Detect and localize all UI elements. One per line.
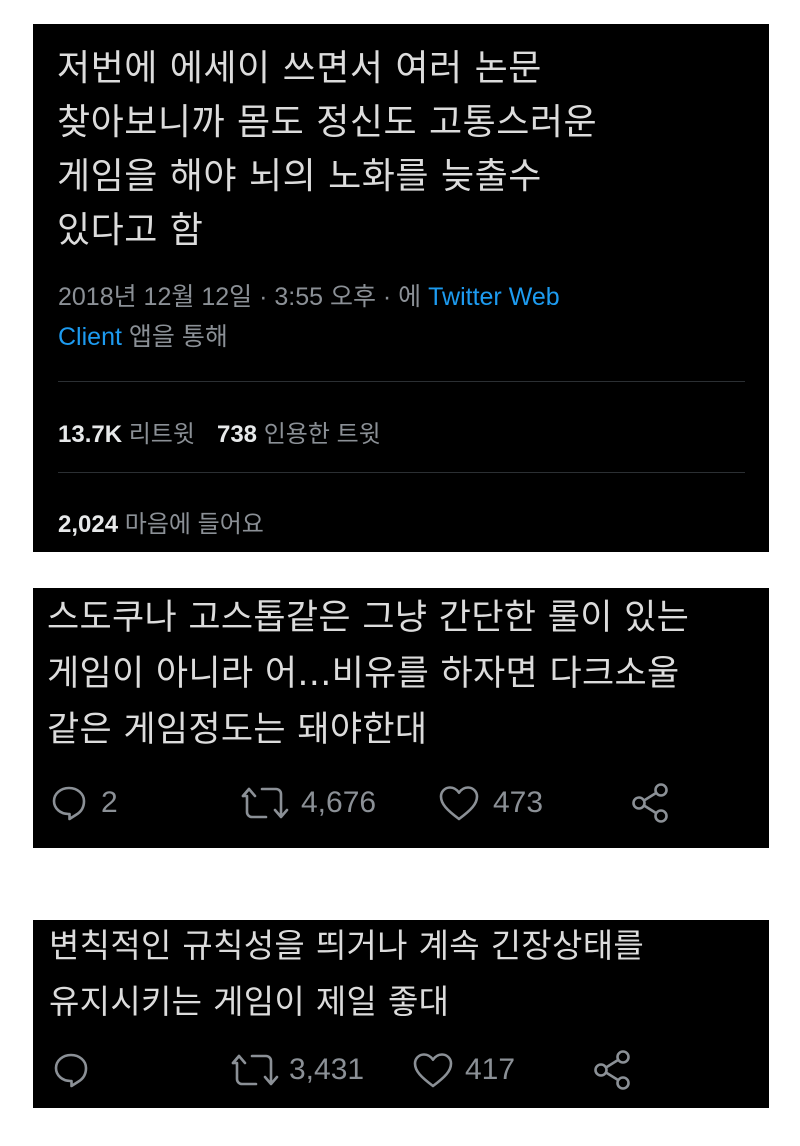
reply-icon — [49, 783, 89, 823]
tweet-text-line: 찾아보니까 몸도 정신도 고통스러운 — [57, 102, 598, 143]
main-tweet-text: 저번에 에세이 쓰면서 여러 논문 찾아보니까 몸도 정신도 고통스러운 게임을… — [57, 42, 761, 258]
reply-2-text: 변칙적인 규칙성을 띄거나 계속 긴장상태를 유지시키는 게임이 제일 좋대 — [49, 918, 761, 1030]
retweet-icon — [231, 1050, 279, 1090]
reply-button[interactable]: 2 — [49, 778, 118, 828]
like-count: 417 — [465, 1053, 516, 1086]
via-suffix: 앱을 통해 — [128, 323, 228, 351]
retweet-stats-row: 13.7K 리트윗 738 인용한 트윗 — [58, 414, 381, 449]
share-button[interactable] — [591, 1045, 635, 1095]
retweet-stat[interactable]: 13.7K 리트윗 — [58, 421, 195, 448]
tweet-text-line: 게임을 해야 뇌의 노화를 늦출수 — [57, 156, 542, 197]
tweet-text-line: 있다고 함 — [57, 210, 204, 251]
tweet-text-line: 저번에 에세이 쓰면서 여러 논문 — [57, 48, 542, 89]
action-bar: 2 4,676 473 — [33, 778, 769, 828]
action-bar: 3,431 417 — [33, 1045, 769, 1095]
share-icon — [591, 1048, 635, 1092]
tweet-text-line: 변칙적인 규칙성을 띄거나 계속 긴장상태를 — [49, 926, 645, 965]
retweet-button[interactable]: 3,431 — [231, 1045, 364, 1095]
retweet-button[interactable]: 4,676 — [241, 778, 376, 828]
reply-button[interactable] — [51, 1045, 101, 1095]
retweet-count: 3,431 — [289, 1053, 365, 1086]
share-icon — [629, 781, 673, 825]
quote-label: 인용한 트윗 — [263, 421, 381, 448]
retweet-icon — [241, 783, 289, 823]
reply-count: 2 — [101, 786, 118, 819]
tweet-timestamp[interactable]: 2018년 12월 12일 · 3:55 오후 · 에 — [58, 283, 421, 311]
main-tweet-panel: 저번에 에세이 쓰면서 여러 논문 찾아보니까 몸도 정신도 고통스러운 게임을… — [33, 24, 769, 552]
tweet-text-line: 스도쿠나 고스톱같은 그냥 간단한 룰이 있는 — [47, 598, 690, 638]
quote-stat[interactable]: 738 인용한 트윗 — [217, 421, 381, 448]
reply-1-text: 스도쿠나 고스톱같은 그냥 간단한 룰이 있는 게임이 아니라 어...비유를 … — [47, 590, 761, 758]
like-button[interactable]: 473 — [437, 778, 543, 828]
like-icon — [411, 1050, 455, 1090]
tweet-text-line: 게임이 아니라 어...비유를 하자면 다크소울 — [47, 654, 680, 694]
like-icon — [437, 783, 481, 823]
like-count: 2,024 — [58, 511, 119, 538]
tweet-text-line: 같은 게임정도는 돼야한대 — [47, 710, 428, 750]
retweet-count: 4,676 — [301, 786, 377, 819]
tweet-meta: 2018년 12월 12일 · 3:55 오후 · 에 Twitter Web C… — [58, 277, 698, 357]
quote-count: 738 — [216, 421, 258, 448]
reply-tweet-2[interactable]: 변칙적인 규칙성을 띄거나 계속 긴장상태를 유지시키는 게임이 제일 좋대 3… — [33, 920, 769, 1108]
divider — [58, 381, 745, 382]
reply-tweet-1[interactable]: 스도쿠나 고스톱같은 그냥 간단한 룰이 있는 게임이 아니라 어...비유를 … — [33, 588, 769, 848]
reply-icon — [51, 1050, 91, 1090]
retweet-count: 13.7K — [58, 421, 123, 448]
like-label: 마음에 들어요 — [124, 511, 264, 538]
divider — [58, 472, 745, 473]
like-button[interactable]: 417 — [411, 1045, 515, 1095]
like-stats-row[interactable]: 2,024 마음에 들어요 — [58, 504, 264, 539]
tweet-text-line: 유지시키는 게임이 제일 좋대 — [49, 982, 450, 1021]
share-button[interactable] — [629, 778, 673, 828]
retweet-label: 리트윗 — [128, 421, 195, 448]
like-count: 473 — [493, 786, 544, 819]
